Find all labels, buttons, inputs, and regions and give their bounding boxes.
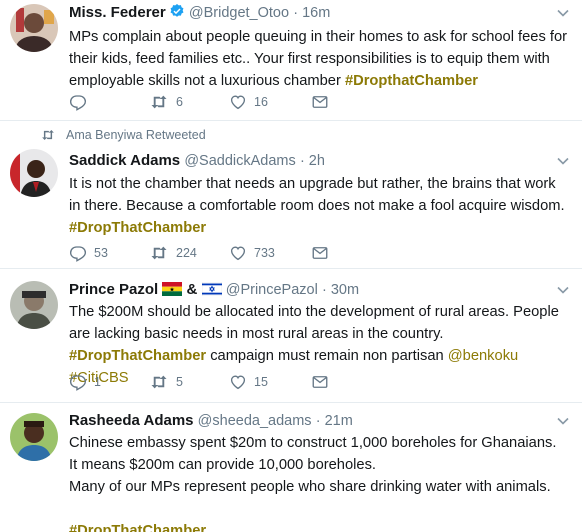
message-button[interactable] <box>311 93 329 111</box>
retweet-button[interactable]: 6 <box>149 93 183 111</box>
retweet-count: 6 <box>176 95 183 109</box>
user-handle[interactable]: @sheeda_adams <box>198 413 312 429</box>
mention[interactable]: @benkoku <box>448 348 518 364</box>
avatar[interactable] <box>10 281 58 329</box>
display-name[interactable]: Rasheeda Adams <box>69 412 194 429</box>
timestamp[interactable]: · 2h <box>300 153 325 169</box>
like-icon <box>229 93 247 111</box>
tweet-actions: 53 224 733 <box>69 244 339 264</box>
like-count: 733 <box>254 246 275 260</box>
like-icon <box>229 373 247 391</box>
tweet-text: MPs complain about people queuing in the… <box>69 29 568 89</box>
message-button[interactable] <box>311 244 329 262</box>
ghana-flag-icon <box>162 282 183 296</box>
name-separator: & <box>186 281 198 298</box>
retweet-icon <box>40 128 56 142</box>
retweet-button[interactable]: 224 <box>149 244 197 262</box>
user-handle[interactable]: @PrincePazol <box>226 282 318 298</box>
retweeted-by: Ama Benyiwa Retweeted <box>40 128 206 142</box>
message-icon <box>311 373 329 391</box>
retweet-icon <box>149 93 169 111</box>
retweet-count: 5 <box>176 375 183 389</box>
hashtag[interactable]: #DropthatChamber <box>345 73 478 89</box>
message-icon <box>311 244 329 262</box>
timestamp[interactable]: · 21m <box>316 413 353 429</box>
like-count: 15 <box>254 375 268 389</box>
retweet-icon <box>149 373 169 391</box>
hashtag[interactable]: #DropThatChamber <box>69 220 206 236</box>
caret-down-icon[interactable] <box>556 154 570 168</box>
like-icon <box>229 244 247 262</box>
reply-count: 1 <box>94 375 101 389</box>
like-button[interactable]: 733 <box>229 244 275 262</box>
tweet-1[interactable]: Miss. Federer @Bridget_Otoo · 16m MPs co… <box>0 0 582 121</box>
caret-down-icon[interactable] <box>556 414 570 428</box>
tweet-actions: 1 5 15 <box>69 373 339 393</box>
reply-icon <box>69 93 87 111</box>
retweet-icon <box>149 244 169 262</box>
display-name[interactable]: Prince Pazol <box>69 281 158 298</box>
reply-button[interactable]: 53 <box>69 244 108 262</box>
tweet-4[interactable]: Rasheeda Adams @sheeda_adams · 21m Chine… <box>0 403 582 532</box>
tweet-actions: 6 16 <box>69 93 339 113</box>
tweet-3[interactable]: Prince Pazol & @PrincePazol · 30m The $2… <box>0 269 582 403</box>
caret-down-icon[interactable] <box>556 283 570 297</box>
tweet-text: It is not the chamber that needs an upgr… <box>69 176 565 236</box>
timestamp[interactable]: · 16m <box>293 5 330 21</box>
like-button[interactable]: 15 <box>229 373 268 391</box>
caret-down-icon[interactable] <box>556 6 570 20</box>
retweet-count: 224 <box>176 246 197 260</box>
user-handle[interactable]: @SaddickAdams <box>184 153 295 169</box>
like-button[interactable]: 16 <box>229 93 268 111</box>
israel-flag-icon <box>201 282 222 296</box>
avatar[interactable] <box>10 149 58 197</box>
tweet-text: Chinese embassy spent $20m to construct … <box>69 432 569 532</box>
reply-icon <box>69 244 87 262</box>
user-handle[interactable]: @Bridget_Otoo <box>189 5 289 21</box>
avatar[interactable] <box>10 4 58 52</box>
avatar[interactable] <box>10 413 58 461</box>
hashtag[interactable]: #DropThatChamber <box>69 520 569 532</box>
reply-button[interactable] <box>69 93 87 111</box>
display-name[interactable]: Miss. Federer <box>69 4 166 21</box>
timestamp[interactable]: · 30m <box>322 282 359 298</box>
message-icon <box>311 93 329 111</box>
hashtag[interactable]: #DropThatChamber <box>69 348 206 364</box>
reply-count: 53 <box>94 246 108 260</box>
reply-icon <box>69 373 87 391</box>
display-name[interactable]: Saddick Adams <box>69 152 180 169</box>
like-count: 16 <box>254 95 268 109</box>
reply-button[interactable]: 1 <box>69 373 101 391</box>
tweet-2[interactable]: Ama Benyiwa Retweeted Saddick Adams @Sad… <box>0 121 582 269</box>
message-button[interactable] <box>311 373 329 391</box>
verified-icon <box>170 4 184 17</box>
retweet-button[interactable]: 5 <box>149 373 183 391</box>
